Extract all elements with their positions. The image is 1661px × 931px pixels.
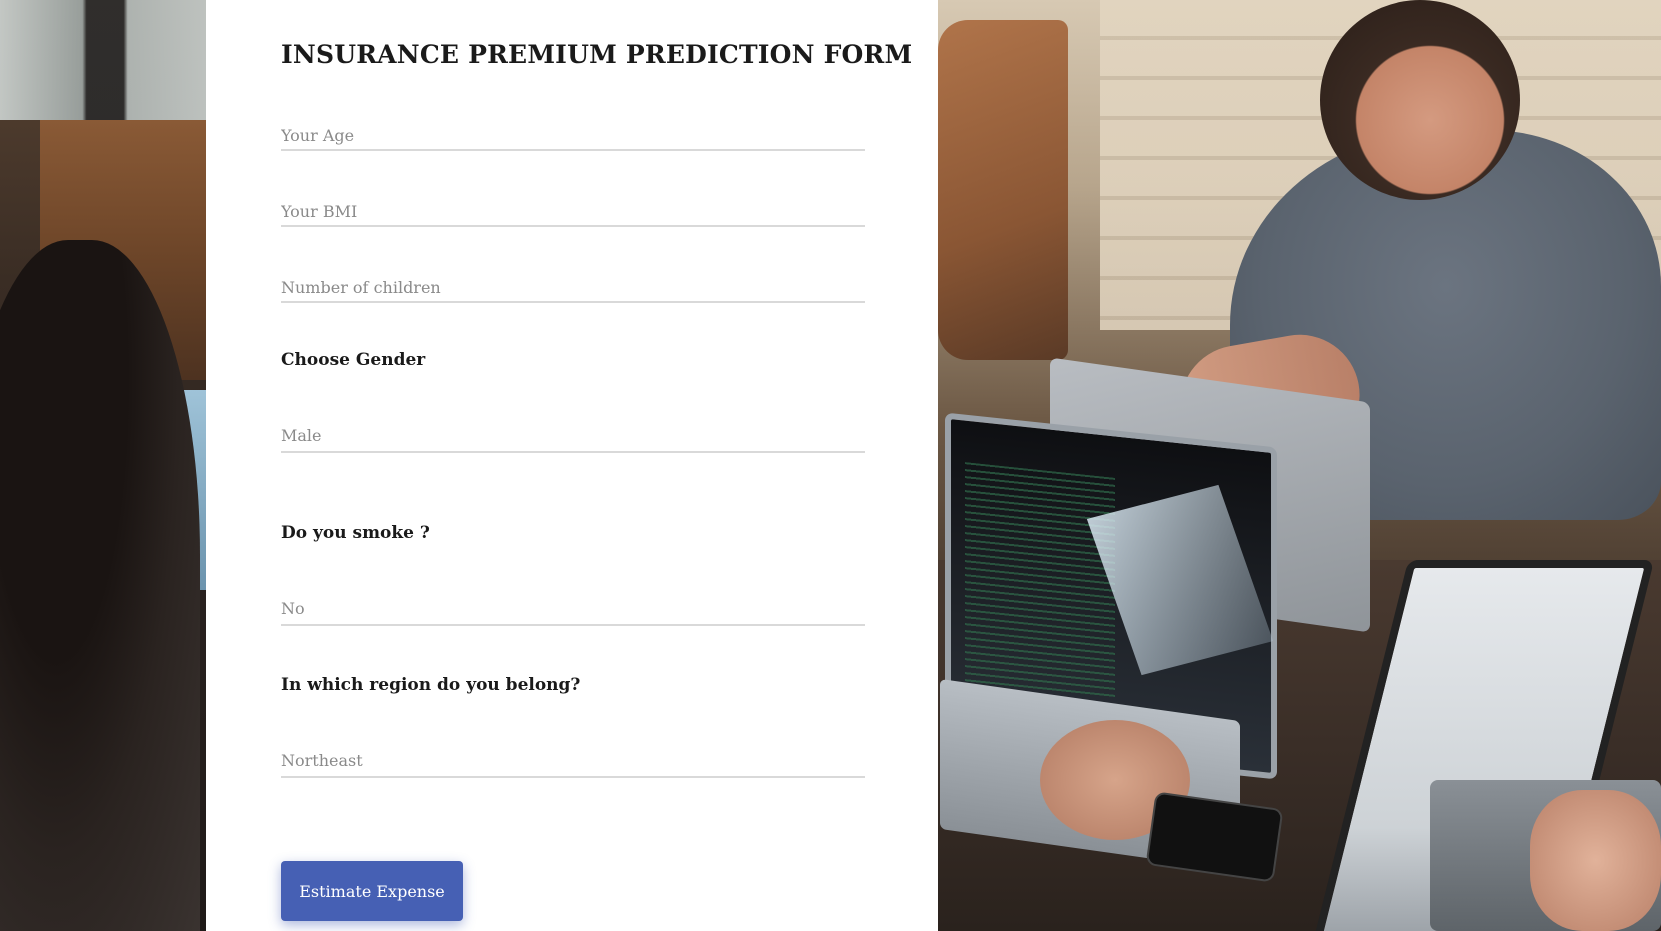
bmi-field-container: [281, 183, 865, 227]
region-select[interactable]: Northeast: [281, 734, 865, 778]
background-code-lines: [965, 462, 1115, 698]
background-person-head: [1320, 0, 1520, 200]
children-field-container: [281, 259, 865, 303]
region-label: In which region do you belong?: [281, 675, 581, 695]
children-input[interactable]: [281, 278, 865, 297]
smoke-selected-value: No: [281, 599, 305, 618]
gender-label: Choose Gender: [281, 350, 426, 370]
region-selected-value: Northeast: [281, 751, 363, 770]
background-person-seated: [938, 20, 1068, 360]
prediction-form: INSURANCE PREMIUM PREDICTION FORM Choose…: [206, 0, 938, 931]
estimate-expense-button[interactable]: Estimate Expense: [281, 861, 463, 921]
age-input[interactable]: [281, 126, 865, 145]
gender-selected-value: Male: [281, 426, 322, 445]
background-person-left: [0, 240, 200, 931]
form-title: INSURANCE PREMIUM PREDICTION FORM: [281, 40, 913, 69]
smoke-label: Do you smoke ?: [281, 523, 430, 543]
smoke-select[interactable]: No: [281, 582, 865, 626]
background-hands-right: [1530, 790, 1661, 931]
bmi-input[interactable]: [281, 202, 865, 221]
gender-select[interactable]: Male: [281, 409, 865, 453]
background-window: [0, 0, 206, 120]
age-field-container: [281, 107, 865, 151]
